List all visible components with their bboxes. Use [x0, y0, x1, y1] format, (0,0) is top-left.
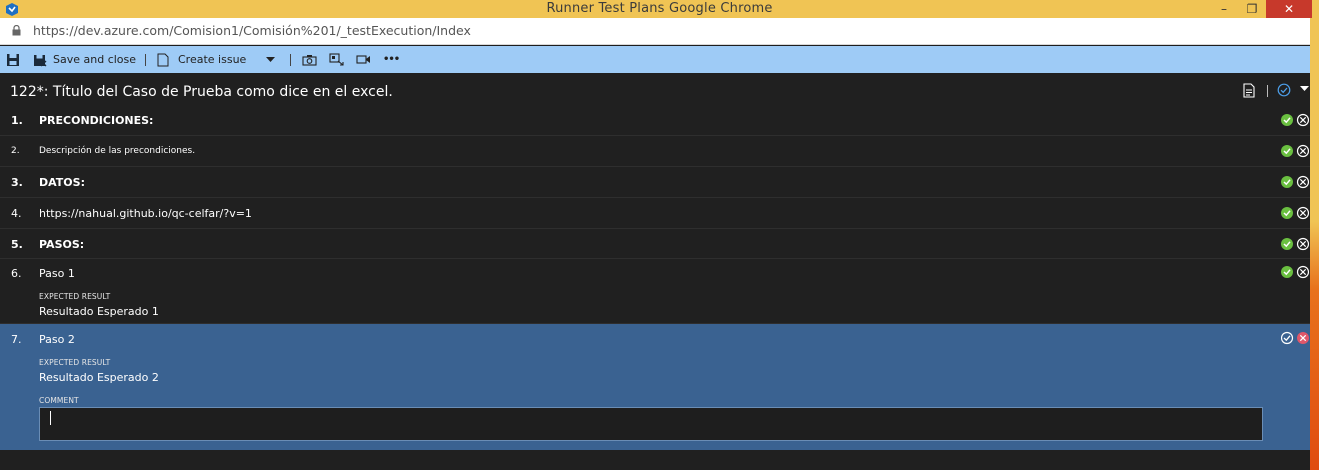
step-outcome-icons[interactable]	[1281, 331, 1309, 345]
close-button[interactable]: ✕	[1266, 0, 1312, 18]
step-row[interactable]: 5. PASOS:	[0, 229, 1310, 259]
step-number: 2.	[11, 146, 20, 156]
step-number: 6.	[11, 267, 22, 280]
chevron-down-icon	[266, 56, 275, 62]
floppy-icon	[7, 53, 19, 66]
step-text: Paso 1	[39, 267, 75, 280]
step-text: PASOS:	[39, 238, 85, 251]
url-text[interactable]: https://dev.azure.com/Comision1/Comisión…	[33, 23, 471, 38]
step-outcome-icons[interactable]	[1281, 237, 1309, 251]
save-icon-button[interactable]	[6, 46, 20, 73]
step-text: Descripción de las precondiciones.	[39, 146, 196, 156]
window-title: Runner Test Plans Google Chrome	[546, 1, 773, 16]
expected-result-label: EXPECTED RESULT	[39, 358, 111, 367]
step-text: PRECONDICIONES:	[39, 114, 154, 127]
camera-icon	[302, 54, 317, 66]
expected-result-text: Resultado Esperado 2	[39, 371, 159, 384]
step-row[interactable]: 3. DATOS:	[0, 167, 1310, 198]
screenshot-button[interactable]	[302, 46, 317, 73]
step-text: DATOS:	[39, 176, 85, 189]
step-number: 7.	[11, 333, 22, 346]
create-issue-button[interactable]: Create issue	[157, 46, 246, 73]
step-outcome-icons[interactable]	[1281, 206, 1309, 220]
step-text: Paso 2	[39, 333, 75, 346]
step-outcome-icons[interactable]	[1281, 113, 1309, 127]
more-options-button[interactable]: •••	[383, 46, 400, 73]
step-outcome-icons[interactable]	[1281, 175, 1309, 189]
document-icon	[157, 53, 169, 66]
window-edge-strip	[1310, 18, 1319, 470]
toolbar-divider	[145, 54, 146, 66]
test-case-title: 122*: Título del Caso de Prueba como dic…	[10, 84, 393, 100]
image-action-icon	[329, 53, 344, 66]
create-issue-label: Create issue	[178, 53, 247, 66]
step-number: 5.	[11, 238, 23, 251]
step-number: 3.	[11, 176, 23, 189]
step-row[interactable]: 2. Descripción de las precondiciones.	[0, 136, 1310, 167]
step-text: https://nahual.github.io/qc-celfar/?v=1	[39, 207, 252, 220]
step-row[interactable]: 6. Paso 1 EXPECTED RESULT Resultado Espe…	[0, 259, 1310, 324]
step-outcome-icons[interactable]	[1281, 265, 1309, 279]
test-runner-panel: 122*: Título del Caso de Prueba como dic…	[0, 73, 1310, 470]
test-case-header-actions	[1240, 82, 1310, 100]
save-and-close-label: Save and close	[53, 53, 137, 66]
capture-actions-button[interactable]	[329, 46, 344, 73]
window-titlebar: Runner Test Plans Google Chrome – ❐ ✕	[0, 0, 1319, 18]
minimize-button[interactable]: –	[1210, 0, 1238, 18]
comment-input[interactable]	[39, 407, 1263, 441]
toolbar-divider	[290, 54, 291, 66]
step-row[interactable]: 4. https://nahual.github.io/qc-celfar/?v…	[0, 198, 1310, 229]
create-issue-dropdown[interactable]	[266, 46, 275, 73]
video-camera-icon	[356, 55, 370, 64]
step-number: 4.	[11, 207, 22, 220]
step-outcome-icons[interactable]	[1281, 144, 1309, 158]
save-and-close-button[interactable]: Save and close	[32, 46, 136, 73]
step-row-selected[interactable]: 7. Paso 2 EXPECTED RESULT Resultado Espe…	[0, 324, 1310, 450]
header-divider	[1267, 85, 1268, 97]
pass-test-icon[interactable]	[1277, 83, 1291, 97]
step-row[interactable]: 1. PRECONDICIONES:	[0, 105, 1310, 136]
lock-icon	[12, 25, 21, 36]
runner-toolbar: Save and close Create issue •••	[0, 46, 1310, 73]
address-bar[interactable]: https://dev.azure.com/Comision1/Comisión…	[0, 18, 1310, 45]
notes-icon[interactable]	[1243, 83, 1255, 98]
save-close-icon	[34, 54, 47, 66]
expected-result-text: Resultado Esperado 1	[39, 305, 159, 318]
text-caret	[50, 411, 51, 425]
comment-label: COMMENT	[39, 396, 79, 405]
step-number: 1.	[11, 114, 23, 127]
chevron-down-icon[interactable]	[1300, 86, 1309, 92]
record-video-button[interactable]	[356, 46, 371, 73]
expected-result-label: EXPECTED RESULT	[39, 292, 111, 301]
restore-button[interactable]: ❐	[1238, 0, 1266, 18]
